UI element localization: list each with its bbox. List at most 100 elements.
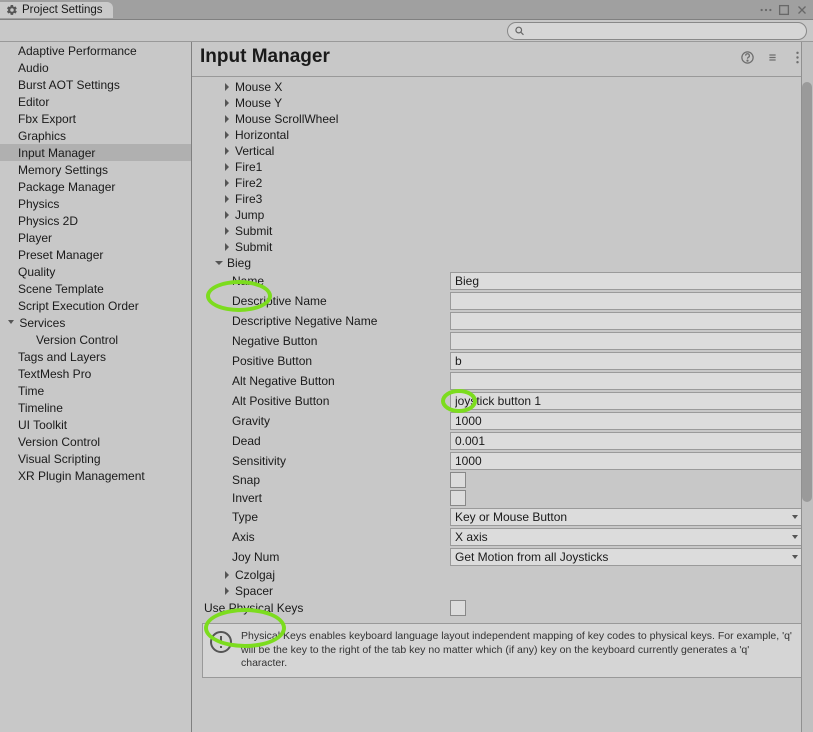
prop-input-gravity[interactable] (450, 412, 805, 430)
prop-input-descriptive-negative-name[interactable] (450, 312, 805, 330)
prop-positive-button: Positive Button (232, 351, 805, 371)
prop-checkbox-snap[interactable] (450, 472, 466, 488)
prop-select-axis[interactable]: X axis (450, 528, 805, 546)
sidebar-item-services[interactable]: Services (0, 314, 191, 331)
page-title: Input Manager (200, 46, 330, 68)
settings-icon[interactable] (765, 50, 780, 65)
axis-label: Fire3 (235, 192, 262, 206)
chevron-down-icon (6, 317, 16, 327)
chevron-right-icon (222, 242, 232, 252)
sidebar-item-physics[interactable]: Physics (0, 195, 191, 212)
prop-label: Joy Num (232, 550, 450, 564)
sidebar-item-physics-2d[interactable]: Physics 2D (0, 212, 191, 229)
sidebar-item-input-manager[interactable]: Input Manager (0, 144, 191, 161)
sidebar-item-graphics[interactable]: Graphics (0, 127, 191, 144)
sidebar-item-timeline[interactable]: Timeline (0, 399, 191, 416)
sidebar-item-package-manager[interactable]: Package Manager (0, 178, 191, 195)
prop-checkbox-use-physical-keys[interactable] (450, 600, 466, 616)
prop-input-alt-positive-button[interactable] (450, 392, 805, 410)
info-text: Physical Keys enables keyboard language … (241, 630, 796, 671)
chevron-down-icon (790, 532, 800, 542)
sidebar-item-memory-settings[interactable]: Memory Settings (0, 161, 191, 178)
sidebar-item-ui-toolkit[interactable]: UI Toolkit (0, 416, 191, 433)
prop-input-alt-negative-button[interactable] (450, 372, 805, 390)
sidebar-item-fbx-export[interactable]: Fbx Export (0, 110, 191, 127)
prop-descriptive-name: Descriptive Name (232, 291, 805, 311)
axis-label: Fire2 (235, 176, 262, 190)
prop-descriptive-negative-name: Descriptive Negative Name (232, 311, 805, 331)
sidebar-item-quality[interactable]: Quality (0, 263, 191, 280)
search-input[interactable] (529, 25, 800, 37)
axis-horizontal[interactable]: Horizontal (200, 127, 805, 143)
prop-input-name[interactable] (450, 272, 805, 290)
chevron-right-icon (222, 210, 232, 220)
prop-type: TypeKey or Mouse Button (232, 507, 805, 527)
search-icon (514, 25, 525, 37)
chevron-right-icon (222, 194, 232, 204)
prop-joy-num: Joy NumGet Motion from all Joysticks (232, 547, 805, 567)
sidebar-item-time[interactable]: Time (0, 382, 191, 399)
axis-mouse-y[interactable]: Mouse Y (200, 95, 805, 111)
prop-input-sensitivity[interactable] (450, 452, 805, 470)
prop-input-negative-button[interactable] (450, 332, 805, 350)
prop-checkbox-invert[interactable] (450, 490, 466, 506)
tab-project-settings[interactable]: Project Settings (0, 2, 113, 18)
prop-select-joy-num[interactable]: Get Motion from all Joysticks (450, 548, 805, 566)
sidebar-item-script-execution-order[interactable]: Script Execution Order (0, 297, 191, 314)
chevron-right-icon (222, 226, 232, 236)
prop-dead: Dead (232, 431, 805, 451)
axis-mouse-scrollwheel[interactable]: Mouse ScrollWheel (200, 111, 805, 127)
select-value: Key or Mouse Button (455, 510, 567, 524)
chevron-down-icon (790, 512, 800, 522)
prop-input-dead[interactable] (450, 432, 805, 450)
prop-label: Positive Button (232, 354, 450, 368)
axis-submit[interactable]: Submit (200, 223, 805, 239)
tab-label: Project Settings (22, 4, 103, 16)
prop-input-positive-button[interactable] (450, 352, 805, 370)
sidebar-item-player[interactable]: Player (0, 229, 191, 246)
sidebar-item-visual-scripting[interactable]: Visual Scripting (0, 450, 191, 467)
sidebar-item-version-control[interactable]: Version Control (0, 433, 191, 450)
axis-mouse-x[interactable]: Mouse X (200, 79, 805, 95)
sidebar-item-textmesh-pro[interactable]: TextMesh Pro (0, 365, 191, 382)
chevron-right-icon (222, 98, 232, 108)
sidebar-item-adaptive-performance[interactable]: Adaptive Performance (0, 42, 191, 59)
prop-label: Gravity (232, 414, 450, 428)
sidebar-item-version-control[interactable]: Version Control (0, 331, 191, 348)
maximize-icon[interactable] (777, 3, 791, 17)
scrollbar[interactable] (801, 42, 813, 732)
prop-label: Sensitivity (232, 454, 450, 468)
prop-alt-positive-button: Alt Positive Button (232, 391, 805, 411)
axis-jump[interactable]: Jump (200, 207, 805, 223)
chevron-right-icon (222, 146, 232, 156)
axis-label: Mouse X (235, 80, 282, 94)
sidebar-item-audio[interactable]: Audio (0, 59, 191, 76)
prop-select-type[interactable]: Key or Mouse Button (450, 508, 805, 526)
search-box[interactable] (507, 22, 807, 40)
sidebar-item-preset-manager[interactable]: Preset Manager (0, 246, 191, 263)
prop-label: Axis (232, 530, 450, 544)
sidebar-item-xr-plugin-management[interactable]: XR Plugin Management (0, 467, 191, 484)
sidebar-item-burst-aot-settings[interactable]: Burst AOT Settings (0, 76, 191, 93)
close-icon[interactable] (795, 3, 809, 17)
chevron-down-icon (214, 258, 224, 268)
axis-spacer[interactable]: Spacer (200, 583, 805, 599)
axis-czolgaj[interactable]: Czolgaj (200, 567, 805, 583)
prop-label: Descriptive Name (232, 294, 450, 308)
axis-fire1[interactable]: Fire1 (200, 159, 805, 175)
axis-vertical[interactable]: Vertical (200, 143, 805, 159)
prop-label: Snap (232, 473, 450, 487)
axis-fire3[interactable]: Fire3 (200, 191, 805, 207)
axis-submit[interactable]: Submit (200, 239, 805, 255)
sidebar-item-editor[interactable]: Editor (0, 93, 191, 110)
prop-input-descriptive-name[interactable] (450, 292, 805, 310)
prop-negative-button: Negative Button (232, 331, 805, 351)
sidebar-item-tags-and-layers[interactable]: Tags and Layers (0, 348, 191, 365)
axis-bieg[interactable]: Bieg (200, 255, 805, 271)
sidebar-item-scene-template[interactable]: Scene Template (0, 280, 191, 297)
help-icon[interactable] (740, 50, 755, 65)
scrollbar-thumb[interactable] (802, 82, 812, 502)
axis-label: Bieg (227, 256, 251, 270)
menu-icon[interactable] (759, 3, 773, 17)
axis-fire2[interactable]: Fire2 (200, 175, 805, 191)
